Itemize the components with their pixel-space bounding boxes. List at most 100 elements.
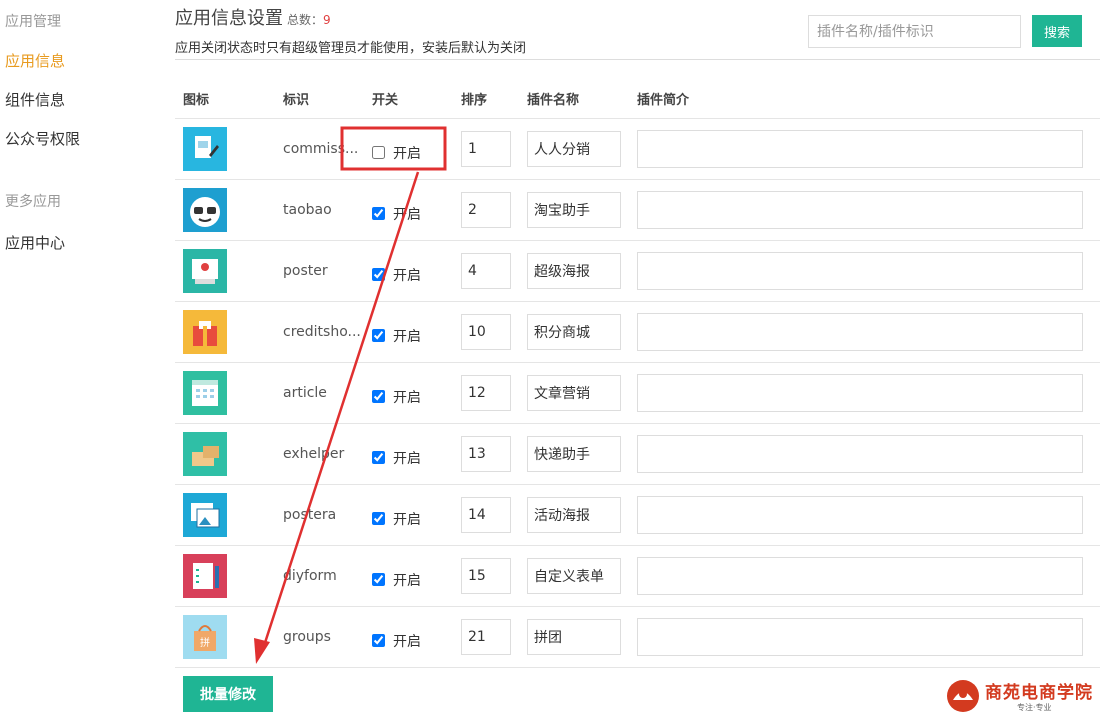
plugin-name-input[interactable] xyxy=(527,313,621,350)
order-input[interactable] xyxy=(461,252,511,289)
cell-icon xyxy=(175,484,283,546)
cell-desc xyxy=(637,118,1100,180)
plugin-ident: postera xyxy=(283,506,337,523)
switch-toggle[interactable]: 开启 xyxy=(372,135,461,163)
switch-toggle[interactable]: 开启 xyxy=(372,562,461,590)
header-ident: 标识 xyxy=(283,80,372,119)
search-input[interactable] xyxy=(808,15,1021,48)
switch-toggle[interactable]: 开启 xyxy=(372,440,461,468)
table-row: taobao 开启 xyxy=(175,179,1100,241)
cell-desc xyxy=(637,362,1100,424)
order-input[interactable] xyxy=(461,618,511,655)
cell-desc xyxy=(637,301,1100,363)
cell-icon xyxy=(175,240,283,302)
table-row: article 开启 xyxy=(175,362,1100,424)
cell-icon xyxy=(175,362,283,424)
article-icon xyxy=(183,370,227,415)
cell-name xyxy=(527,240,637,302)
cell-switch: 开启 xyxy=(372,484,461,546)
enable-checkbox[interactable] xyxy=(372,207,385,220)
cell-ident: article xyxy=(283,362,372,424)
switch-label: 开启 xyxy=(393,328,421,345)
order-input[interactable] xyxy=(461,557,511,594)
enable-checkbox[interactable] xyxy=(372,634,385,647)
plugin-desc-input[interactable] xyxy=(637,495,1083,534)
order-input[interactable] xyxy=(461,130,511,167)
switch-label: 开启 xyxy=(393,633,421,650)
order-input[interactable] xyxy=(461,374,511,411)
switch-toggle[interactable]: 开启 xyxy=(372,379,461,407)
sidebar-item-app-center[interactable]: 应用中心 xyxy=(5,232,65,253)
cell-name xyxy=(527,484,637,546)
cell-order xyxy=(461,118,527,180)
plugin-desc-input[interactable] xyxy=(637,617,1083,656)
package-icon xyxy=(183,431,227,476)
plugin-desc-input[interactable] xyxy=(637,190,1083,229)
cell-order xyxy=(461,423,527,485)
search-button[interactable]: 搜索 xyxy=(1032,15,1082,47)
cell-name xyxy=(527,423,637,485)
plugin-name-input[interactable] xyxy=(527,374,621,411)
cell-icon xyxy=(175,423,283,485)
header-switch: 开关 xyxy=(372,80,461,119)
cell-icon xyxy=(175,179,283,241)
switch-label: 开启 xyxy=(393,206,421,223)
cell-name xyxy=(527,362,637,424)
sidebar-item-app-info[interactable]: 应用信息 xyxy=(5,50,65,71)
cell-switch: 开启 xyxy=(372,423,461,485)
enable-checkbox[interactable] xyxy=(372,512,385,525)
table-row: postera 开启 xyxy=(175,484,1100,546)
order-input[interactable] xyxy=(461,496,511,533)
gift-bag-icon xyxy=(183,309,227,354)
group-bag-icon: 拼 xyxy=(183,614,227,659)
cell-order xyxy=(461,545,527,607)
enable-checkbox[interactable] xyxy=(372,390,385,403)
plugin-name-input[interactable] xyxy=(527,557,621,594)
enable-checkbox[interactable] xyxy=(372,451,385,464)
plugin-ident: groups xyxy=(283,628,331,645)
sidebar-item-wechat-permission[interactable]: 公众号权限 xyxy=(5,128,80,149)
order-input[interactable] xyxy=(461,313,511,350)
cell-switch: 开启 xyxy=(372,118,461,180)
plugin-ident: exhelper xyxy=(283,445,345,462)
switch-toggle[interactable]: 开启 xyxy=(372,501,461,529)
cell-switch: 开启 xyxy=(372,606,461,668)
batch-modify-button[interactable]: 批量修改 xyxy=(183,676,273,712)
plugin-desc-input[interactable] xyxy=(637,251,1083,290)
cell-switch: 开启 xyxy=(372,179,461,241)
plugin-desc-input[interactable] xyxy=(637,556,1083,595)
plugin-name-input[interactable] xyxy=(527,618,621,655)
plugin-name-input[interactable] xyxy=(527,435,621,472)
order-input[interactable] xyxy=(461,191,511,228)
cell-desc xyxy=(637,606,1100,668)
plugin-desc-input[interactable] xyxy=(637,312,1083,351)
cell-order xyxy=(461,362,527,424)
switch-label: 开启 xyxy=(393,145,421,162)
sidebar-group-more-apps: 更多应用 xyxy=(5,194,61,210)
plugin-desc-input[interactable] xyxy=(637,373,1083,412)
plugin-desc-input[interactable] xyxy=(637,434,1083,473)
enable-checkbox[interactable] xyxy=(372,329,385,342)
plugin-ident: diyform xyxy=(283,567,337,584)
sidebar-item-component-info[interactable]: 组件信息 xyxy=(5,89,65,110)
switch-toggle[interactable]: 开启 xyxy=(372,257,461,285)
cell-order xyxy=(461,606,527,668)
plugin-name-input[interactable] xyxy=(527,252,621,289)
plugin-name-input[interactable] xyxy=(527,191,621,228)
enable-checkbox[interactable] xyxy=(372,268,385,281)
commission-icon xyxy=(183,126,227,171)
plugin-ident: creditsho... xyxy=(283,323,361,340)
plugin-name-input[interactable] xyxy=(527,130,621,167)
cell-switch: 开启 xyxy=(372,362,461,424)
cell-order xyxy=(461,179,527,241)
order-input[interactable] xyxy=(461,435,511,472)
enable-checkbox[interactable] xyxy=(372,146,385,159)
switch-toggle[interactable]: 开启 xyxy=(372,623,461,651)
plugin-desc-input[interactable] xyxy=(637,129,1083,168)
plugin-ident: taobao xyxy=(283,201,332,218)
switch-toggle[interactable]: 开启 xyxy=(372,318,461,346)
switch-toggle[interactable]: 开启 xyxy=(372,196,461,224)
count-value: 9 xyxy=(323,13,331,27)
plugin-name-input[interactable] xyxy=(527,496,621,533)
enable-checkbox[interactable] xyxy=(372,573,385,586)
